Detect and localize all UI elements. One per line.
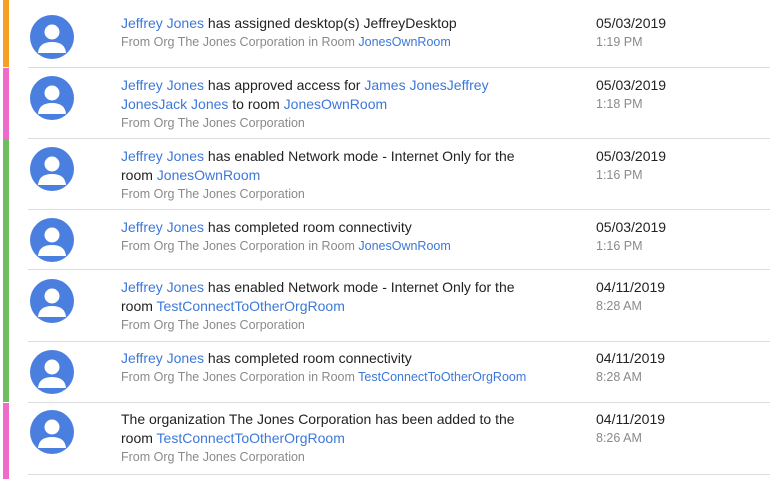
room-link[interactable]: TestConnectToOtherOrgRoom [157,430,345,446]
users-link[interactable]: JonesJack Jones [121,96,228,112]
user-avatar-icon [30,218,74,262]
actor-link[interactable]: Jeffrey Jones [121,279,204,295]
room-link[interactable]: JonesOwnRoom [358,239,450,253]
user-avatar-icon [30,279,74,323]
message-text: room [121,430,157,446]
room-link[interactable]: JonesOwnRoom [157,167,261,183]
status-bar [3,68,9,139]
date-text: 04/11/2019 [596,411,666,427]
user-avatar-icon [30,76,74,120]
message-text: to room [228,96,284,112]
activity-subtext: From Org The Jones Corporation [121,116,305,130]
activity-subtext: From Org The Jones Corporation in Room J… [121,33,561,52]
date-text: 04/11/2019 [596,279,666,295]
user-avatar-icon [30,350,74,394]
user-avatar-icon [30,410,74,454]
actor-link[interactable]: Jeffrey Jones [121,350,204,366]
time-text: 8:28 AM [596,299,642,313]
activity-message: The organization The Jones Corporation h… [121,410,561,467]
date-text: 05/03/2019 [596,77,667,93]
time-text: 1:19 PM [596,35,643,49]
subtext-prefix: From Org The Jones Corporation in Room [121,370,359,384]
date-text: 05/03/2019 [596,148,667,164]
time-text: 1:16 PM [596,239,643,253]
message-text: room [121,298,157,314]
date-text: 05/03/2019 [596,219,667,235]
activity-date: 05/03/2019 1:16 PM [596,218,666,256]
status-bar [3,270,9,342]
status-bar [3,0,9,67]
time-text: 8:28 AM [596,370,642,384]
activity-item[interactable]: Jeffrey Jones has completed room connect… [0,210,780,270]
activity-item[interactable]: Jeffrey Jones has completed room connect… [0,342,780,403]
status-bar [3,210,9,270]
user-avatar-icon [30,147,74,191]
status-bar [3,403,9,479]
status-bar [3,139,9,210]
message-text: has completed room connectivity [204,350,412,366]
actor-link[interactable]: Jeffrey Jones [121,77,204,93]
activity-item[interactable]: Jeffrey Jones has approved access for Ja… [0,68,780,139]
activity-date: 04/11/2019 8:28 AM [596,349,665,387]
message-text: has completed room connectivity [204,219,412,235]
activity-subtext: From Org The Jones Corporation [121,450,305,464]
room-link[interactable]: JonesOwnRoom [284,96,388,112]
activity-message: Jeffrey Jones has assigned desktop(s) Je… [121,14,561,52]
activity-date: 04/11/2019 8:28 AM [596,278,665,316]
time-text: 1:18 PM [596,97,643,111]
activity-subtext: From Org The Jones Corporation [121,187,305,201]
divider [28,474,770,475]
actor-link[interactable]: Jeffrey Jones [121,219,204,235]
time-text: 1:16 PM [596,168,643,182]
activity-subtext: From Org The Jones Corporation in Room J… [121,237,561,256]
room-link[interactable]: TestConnectToOtherOrgRoom [358,370,526,384]
activity-message: Jeffrey Jones has enabled Network mode -… [121,147,561,204]
room-link[interactable]: JonesOwnRoom [358,35,450,49]
activity-message: Jeffrey Jones has completed room connect… [121,218,561,256]
time-text: 8:26 AM [596,431,642,445]
message-text: has enabled Network mode - Internet Only… [204,148,515,164]
activity-message: Jeffrey Jones has enabled Network mode -… [121,278,561,335]
activity-date: 05/03/2019 1:19 PM [596,14,666,52]
activity-date: 05/03/2019 1:16 PM [596,147,666,185]
message-text: The organization The Jones Corporation h… [121,411,515,427]
message-text: has assigned desktop(s) JeffreyDesktop [204,15,457,31]
users-link[interactable]: James JonesJeffrey [364,77,488,93]
actor-link[interactable]: Jeffrey Jones [121,148,204,164]
room-link[interactable]: TestConnectToOtherOrgRoom [157,298,345,314]
date-text: 05/03/2019 [596,15,667,31]
date-text: 04/11/2019 [596,350,666,366]
status-bar [3,342,9,402]
subtext-prefix: From Org The Jones Corporation in Room [121,239,359,253]
activity-item[interactable]: Jeffrey Jones has enabled Network mode -… [0,139,780,210]
activity-subtext: From Org The Jones Corporation [121,318,305,332]
user-avatar-icon [30,15,74,59]
message-text: has approved access for [204,77,365,93]
subtext-prefix: From Org The Jones Corporation in Room [121,35,359,49]
activity-date: 05/03/2019 1:18 PM [596,76,666,114]
message-text: room [121,167,157,183]
activity-subtext: From Org The Jones Corporation in Room T… [121,368,561,387]
activity-item[interactable]: Jeffrey Jones has enabled Network mode -… [0,270,780,342]
actor-link[interactable]: Jeffrey Jones [121,15,204,31]
message-text: has enabled Network mode - Internet Only… [204,279,515,295]
activity-item[interactable]: Jeffrey Jones has assigned desktop(s) Je… [0,0,780,68]
activity-message: Jeffrey Jones has approved access for Ja… [121,76,561,133]
activity-item[interactable]: The organization The Jones Corporation h… [0,403,780,479]
activity-date: 04/11/2019 8:26 AM [596,410,665,448]
activity-message: Jeffrey Jones has completed room connect… [121,349,561,387]
